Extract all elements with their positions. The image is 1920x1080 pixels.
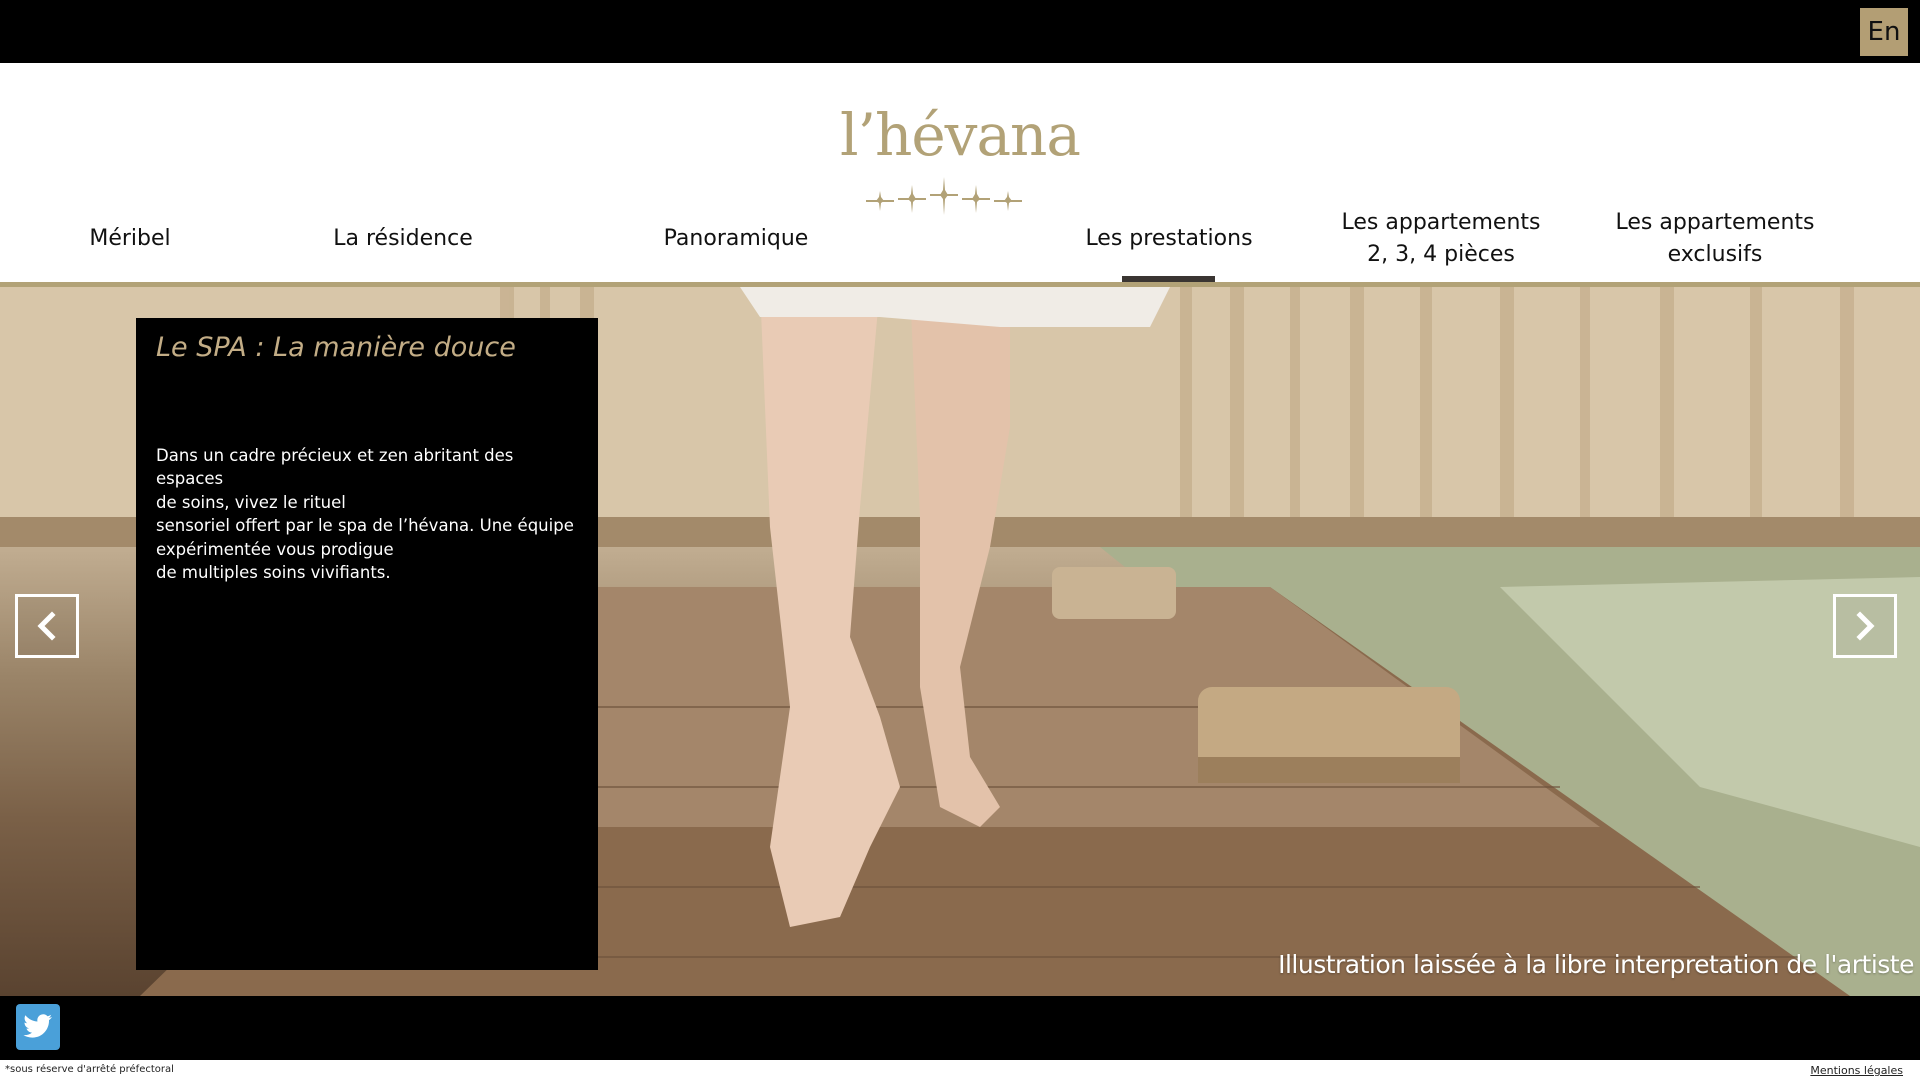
panel-body-line: sensoriel offert par le spa de l’hévana.… bbox=[156, 516, 574, 536]
nav-item-line: exclusifs bbox=[1667, 242, 1763, 267]
chevron-left-icon bbox=[37, 611, 56, 641]
carousel-next-button[interactable] bbox=[1833, 594, 1897, 658]
logo[interactable]: l’hévana bbox=[830, 103, 1090, 224]
mentions-legales-link[interactable]: Mentions légales bbox=[1810, 1064, 1903, 1077]
language-switch-button[interactable]: En bbox=[1860, 8, 1908, 56]
carousel-prev-button[interactable] bbox=[15, 594, 79, 658]
legal-note: *sous réserve d'arrêté préfectoral bbox=[5, 1064, 174, 1075]
nav-item-les-prestations[interactable]: Les prestations bbox=[1080, 223, 1258, 255]
nav-item-panoramique[interactable]: Panoramique bbox=[650, 223, 822, 255]
panel-body-line: de multiples soins vivifiants. bbox=[156, 563, 391, 583]
nav-item-appartements-2-3-4[interactable]: Les appartements 2, 3, 4 pièces bbox=[1330, 207, 1552, 271]
panel-body-line: de soins, vivez le rituel bbox=[156, 492, 346, 512]
top-bar: En bbox=[0, 0, 1920, 63]
chevron-right-icon bbox=[1856, 611, 1875, 641]
panel-title: Le SPA : La manière douce bbox=[156, 332, 516, 363]
nav-item-line: Les appartements bbox=[1341, 210, 1541, 235]
five-stars-icon bbox=[866, 177, 1022, 215]
twitter-button[interactable] bbox=[16, 1004, 60, 1050]
bottom-strip: *sous réserve d'arrêté préfectoral Menti… bbox=[0, 1060, 1920, 1080]
nav-item-appartements-exclusifs[interactable]: Les appartements exclusifs bbox=[1604, 207, 1826, 271]
info-panel: Le SPA : La manière douce Dans un cadre … bbox=[136, 318, 598, 970]
panel-body: Dans un cadre précieux et zen abritant d… bbox=[156, 444, 576, 584]
nav-item-la-residence[interactable]: La résidence bbox=[318, 223, 488, 255]
twitter-icon bbox=[23, 1014, 52, 1038]
logo-text: l’hévana bbox=[840, 101, 1081, 169]
panel-body-line: expérimentée vous prodigue bbox=[156, 539, 394, 559]
nav-item-meribel[interactable]: Méribel bbox=[70, 223, 190, 255]
nav-item-line: Les appartements bbox=[1615, 210, 1815, 235]
panel-body-line: Dans un cadre précieux et zen abritant d… bbox=[156, 446, 514, 489]
nav-item-line: 2, 3, 4 pièces bbox=[1367, 242, 1515, 267]
image-caption: Illustration laissée à la libre interpre… bbox=[1278, 950, 1914, 979]
footer-bar bbox=[0, 996, 1920, 1060]
